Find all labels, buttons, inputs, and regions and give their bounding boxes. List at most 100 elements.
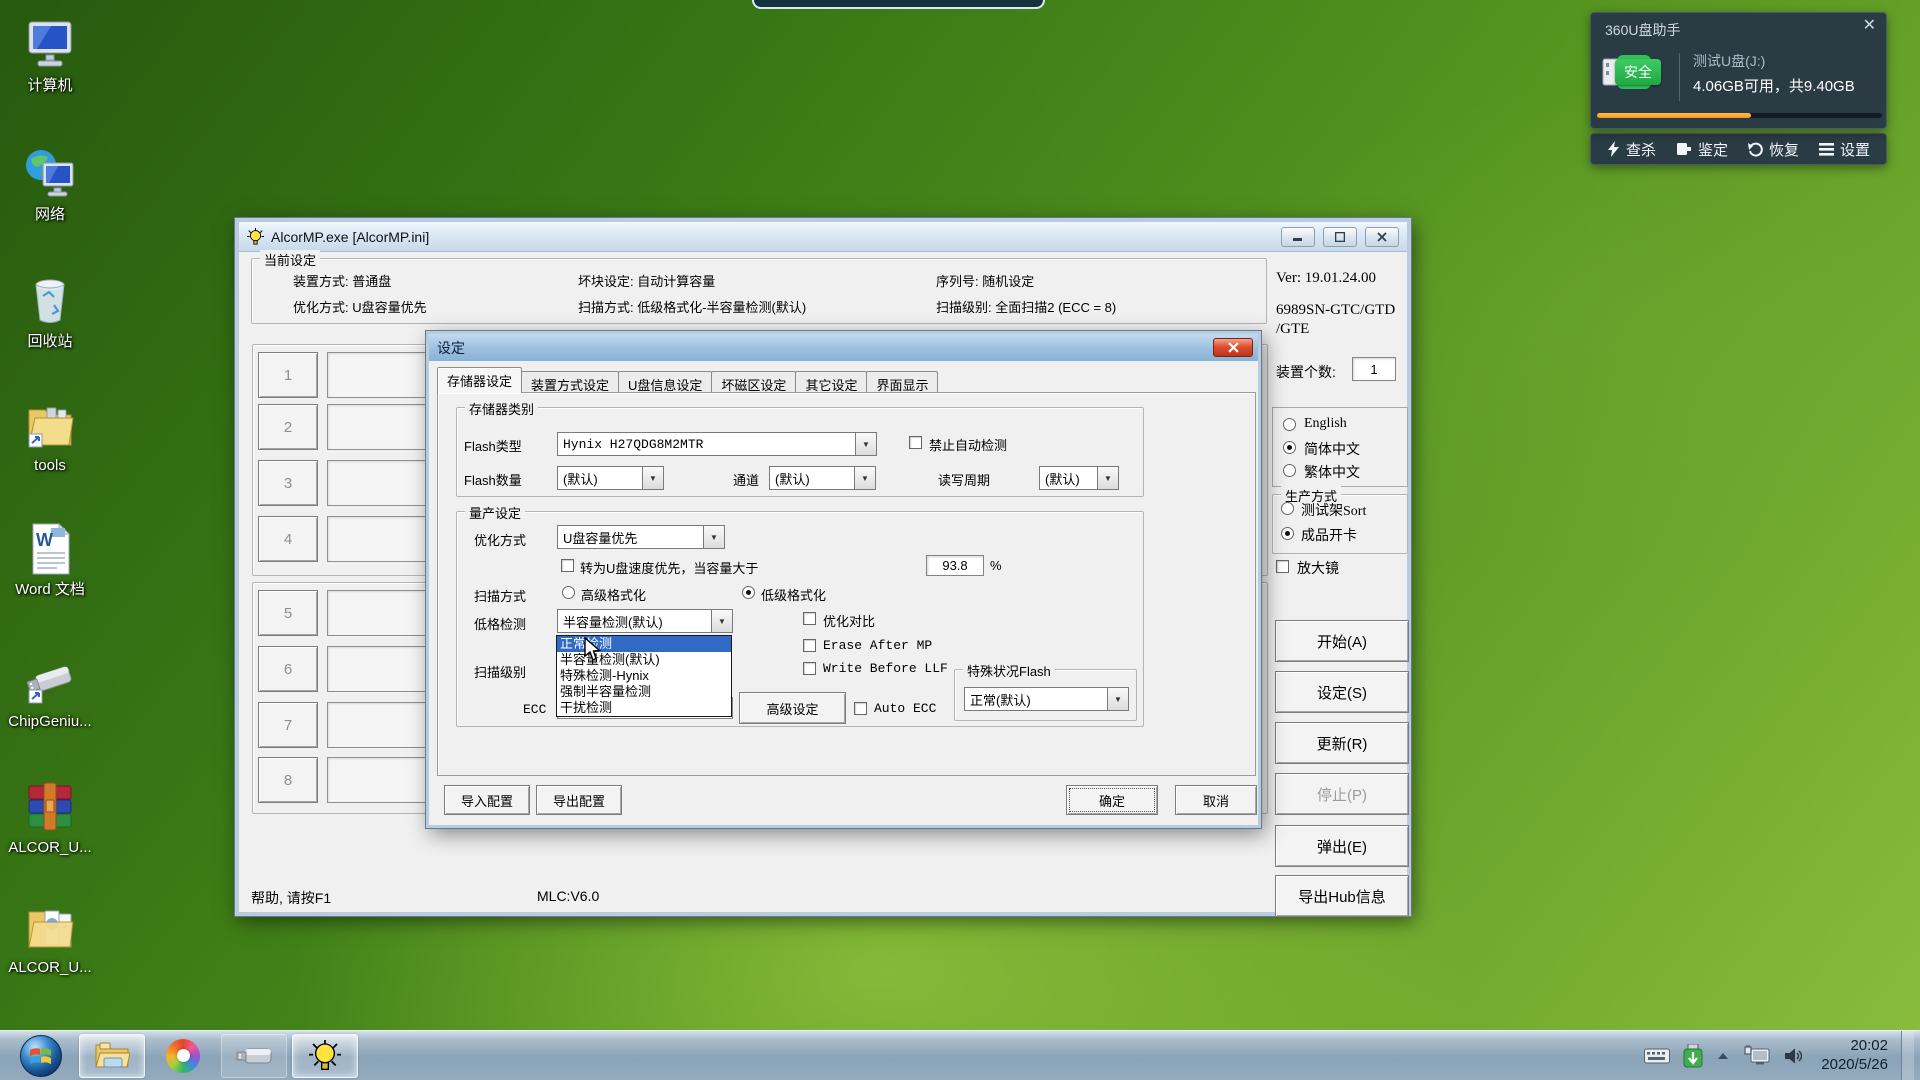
taskbar-usb-tool-button[interactable]	[221, 1034, 287, 1078]
rw-cycle-dropdown[interactable]: (默认) ▼	[1039, 466, 1119, 490]
desktop-icon-computer[interactable]: 计算机	[4, 16, 96, 94]
disable-autodetect-checkbox[interactable]	[909, 436, 922, 449]
radio-test-sort[interactable]	[1281, 502, 1294, 515]
dropdown-arrow-icon[interactable]: ▼	[704, 525, 725, 549]
desktop-icon-chipgenius[interactable]: ChipGeniu...	[4, 652, 96, 730]
port-button-5[interactable]: 5	[258, 590, 318, 636]
dialog-close-button[interactable]	[1213, 338, 1253, 357]
port-button-8[interactable]: 8	[258, 757, 318, 803]
erase-after-mp-checkbox[interactable]	[803, 639, 816, 652]
safely-remove-usb-tray-icon[interactable]	[1683, 1044, 1703, 1068]
settings-button[interactable]: 设定(S)	[1275, 671, 1409, 713]
port-button-4[interactable]: 4	[258, 516, 318, 562]
settings-360-button[interactable]: 设置	[1819, 139, 1870, 160]
storage-type-group: 存储器类别 Flash类型 Hynix H27QDG8M2MTR ▼ 禁止自动检…	[456, 407, 1144, 497]
port-button-2[interactable]: 2	[258, 404, 318, 450]
export-hub-button[interactable]: 导出Hub信息	[1275, 875, 1409, 917]
tab-ui-display[interactable]: 界面显示	[866, 371, 938, 393]
magnifier-checkbox[interactable]	[1276, 560, 1289, 573]
tab-storage-settings[interactable]: 存储器设定	[437, 367, 522, 393]
taskbar-explorer-button[interactable]	[79, 1034, 145, 1078]
optimize-mode-dropdown[interactable]: U盘容量优先 ▼	[557, 525, 725, 549]
tab-bad-sector-settings[interactable]: 坏磁区设定	[711, 371, 796, 393]
ok-button[interactable]: 确定	[1066, 785, 1158, 815]
desktop-icon-tools[interactable]: tools	[4, 396, 96, 474]
restore-label: 恢复	[1769, 139, 1799, 160]
collapsed-top-panel[interactable]	[752, 0, 1045, 9]
dropdown-arrow-icon[interactable]: ▼	[856, 432, 877, 456]
speed-priority-label: 转为U盘速度优先，当容量大于	[580, 558, 758, 577]
write-before-llf-checkbox[interactable]	[803, 662, 816, 675]
cancel-button[interactable]: 取消	[1175, 785, 1257, 815]
llf-detect-label: 低格检测	[474, 614, 526, 633]
advanced-settings-button[interactable]: 高级设定	[739, 692, 846, 724]
minimize-button[interactable]	[1281, 227, 1315, 247]
flash-count-label: Flash数量	[464, 470, 522, 489]
settings-dialog-titlebar[interactable]: 设定	[429, 334, 1258, 361]
desktop-icon-recycle-bin[interactable]: 回收站	[4, 272, 96, 350]
llf-detect-dropdown[interactable]: 半容量检测(默认) ▼	[557, 609, 733, 633]
port-button-6[interactable]: 6	[258, 646, 318, 692]
port-button-1[interactable]: 1	[258, 352, 318, 398]
device-count-field[interactable]: 1	[1352, 357, 1396, 381]
list-option-interference[interactable]: 干扰检测	[557, 700, 731, 716]
flash-count-dropdown[interactable]: (默认) ▼	[557, 466, 664, 490]
keyboard-tray-icon[interactable]	[1644, 1048, 1670, 1064]
scan-level-label: 扫描级别	[474, 662, 526, 681]
identify-button[interactable]: 鉴定	[1676, 139, 1728, 160]
undo-arrow-icon	[1748, 142, 1763, 157]
flash-type-dropdown[interactable]: Hynix H27QDG8M2MTR ▼	[557, 432, 877, 456]
optimize-compare-checkbox[interactable]	[803, 612, 816, 625]
radio-english[interactable]	[1283, 418, 1296, 431]
capacity-percent-field[interactable]: 93.8	[926, 555, 984, 576]
tab-usb-info-settings[interactable]: U盘信息设定	[618, 371, 712, 393]
scan-virus-button[interactable]: 查杀	[1607, 139, 1656, 160]
dropdown-arrow-icon[interactable]: ▼	[855, 466, 876, 490]
start-button[interactable]: 开始(A)	[1275, 620, 1409, 662]
dropdown-arrow-icon[interactable]: ▼	[1108, 687, 1129, 711]
radio-simplified-chinese[interactable]	[1283, 441, 1296, 454]
tab-other-settings[interactable]: 其它设定	[795, 371, 867, 393]
tray-expand-arrow-icon[interactable]	[1716, 1051, 1730, 1061]
speed-priority-checkbox[interactable]	[561, 559, 574, 572]
radio-lowlevel-format[interactable]	[742, 586, 755, 599]
dropdown-arrow-icon[interactable]: ▼	[712, 609, 733, 633]
update-button[interactable]: 更新(R)	[1275, 722, 1409, 764]
lightbulb-app-icon	[247, 228, 264, 245]
export-config-button[interactable]: 导出配置	[536, 785, 622, 815]
tab-device-mode-settings[interactable]: 装置方式设定	[521, 371, 619, 393]
desktop-icon-network[interactable]: 网络	[4, 145, 96, 223]
radio-traditional-chinese[interactable]	[1283, 464, 1296, 477]
dropdown-arrow-icon[interactable]: ▼	[643, 466, 664, 490]
channel-dropdown[interactable]: (默认) ▼	[769, 466, 876, 490]
auto-ecc-checkbox[interactable]	[854, 702, 867, 715]
volume-tray-icon[interactable]	[1784, 1047, 1802, 1065]
dropdown-arrow-icon[interactable]: ▼	[1098, 466, 1119, 490]
network-tray-icon[interactable]	[1743, 1045, 1771, 1067]
list-option-force-half[interactable]: 强制半容量检测	[557, 684, 731, 700]
restore-button[interactable]: 恢复	[1748, 139, 1799, 160]
port-button-3[interactable]: 3	[258, 460, 318, 506]
special-flash-dropdown[interactable]: 正常(默认) ▼	[964, 687, 1129, 711]
import-config-button[interactable]: 导入配置	[444, 785, 530, 815]
taskbar-clock[interactable]: 20:02 2020/5/26	[1821, 1037, 1888, 1075]
maximize-button[interactable]	[1323, 227, 1357, 247]
percent-unit-label: %	[990, 558, 1002, 573]
drive-check-icon	[1676, 142, 1692, 156]
desktop-icon-word[interactable]: W Word 文档	[4, 520, 96, 598]
alcormp-titlebar[interactable]: AlcorMP.exe [AlcorMP.ini]	[239, 222, 1407, 252]
close-button[interactable]	[1365, 227, 1399, 247]
start-button-orb[interactable]	[8, 1034, 74, 1078]
eject-button[interactable]: 弹出(E)	[1275, 825, 1409, 867]
taskbar-alcormp-button[interactable]	[292, 1034, 358, 1078]
usb-helper-close-icon[interactable]: ✕	[1863, 18, 1876, 34]
channel-label: 通道	[733, 470, 759, 489]
show-desktop-button[interactable]	[1901, 1031, 1914, 1080]
desktop-icon-alcor-folder[interactable]: ALCOR_U...	[4, 898, 96, 976]
taskbar-browser-button[interactable]	[150, 1034, 216, 1078]
list-option-special-hynix[interactable]: 特殊检测-Hynix	[557, 668, 731, 684]
radio-finished-card[interactable]	[1281, 527, 1294, 540]
port-button-7[interactable]: 7	[258, 702, 318, 748]
desktop-icon-alcor-rar[interactable]: ALCOR_U...	[4, 778, 96, 856]
radio-advanced-format[interactable]	[562, 586, 575, 599]
